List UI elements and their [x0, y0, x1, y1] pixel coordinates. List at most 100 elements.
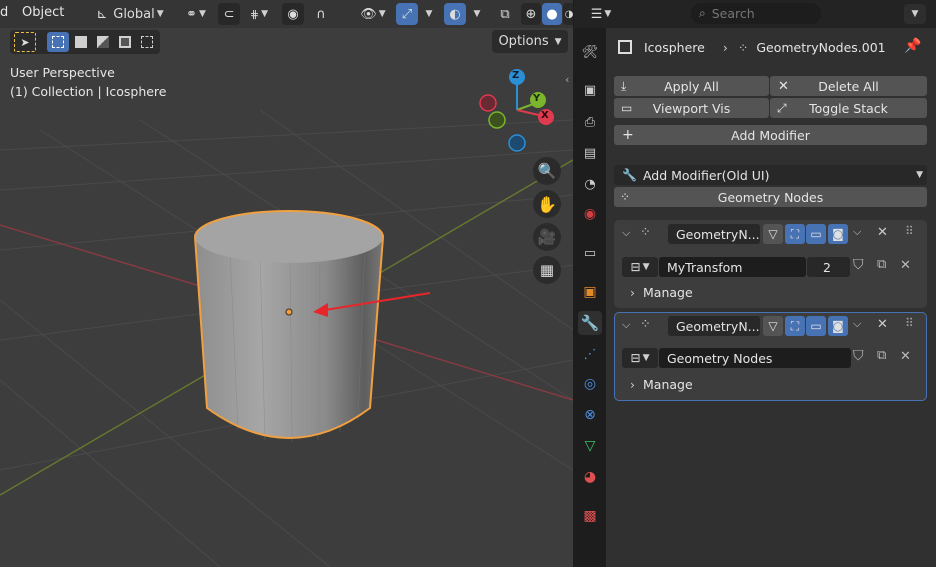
- close-icon: ✕: [778, 78, 789, 94]
- render-toggle[interactable]: ◙: [828, 316, 848, 336]
- unlink-icon[interactable]: ✕: [900, 349, 911, 364]
- tab-particles[interactable]: ⋰: [578, 342, 602, 366]
- collapse-toggle[interactable]: ⌵: [622, 318, 630, 332]
- modifier-name: GeometryN...: [676, 318, 760, 334]
- manage-subpanel[interactable]: › Manage: [630, 377, 693, 392]
- tab-texture[interactable]: ▩: [578, 504, 602, 528]
- tab-output[interactable]: ⎙: [578, 110, 602, 134]
- tweak-tool-button[interactable]: ➤: [14, 32, 36, 52]
- chevron-down-icon: ▼: [198, 9, 206, 19]
- visibility-dropdown[interactable]: 👁 ▼: [356, 3, 390, 25]
- fake-user-shield-icon[interactable]: ⛉: [853, 257, 864, 273]
- gizmo-dropdown[interactable]: ▼: [420, 3, 436, 25]
- modifier-name-field[interactable]: GeometryN...: [668, 224, 760, 244]
- select-mode-intersect[interactable]: [136, 32, 158, 52]
- particles-icon: ⋰: [583, 346, 597, 362]
- search-box[interactable]: ⌕: [691, 3, 821, 24]
- modifier-name-field[interactable]: GeometryN...: [668, 316, 760, 336]
- user-count[interactable]: 2: [807, 257, 850, 277]
- realtime-toggle[interactable]: ▭: [806, 316, 826, 336]
- node-group-name-field[interactable]: MyTransfom: [659, 257, 806, 277]
- proportional-edit-toggle[interactable]: ◉: [282, 3, 304, 25]
- pivot-dropdown[interactable]: ⚭ ▼: [180, 3, 212, 25]
- tab-constraints[interactable]: ⊗: [578, 403, 602, 427]
- node-group-name: MyTransfom: [667, 259, 743, 275]
- select-mode-subtract[interactable]: [92, 32, 114, 52]
- select-mode-set[interactable]: [47, 32, 69, 52]
- proportional-icon: ◉: [287, 6, 299, 22]
- close-icon[interactable]: ✕: [877, 225, 888, 240]
- editor-type-dropdown[interactable]: ☰ ▼: [584, 4, 618, 24]
- viewport-vis-button[interactable]: ▭ Viewport Vis: [614, 98, 769, 118]
- options-label: Options: [498, 34, 549, 49]
- duplicate-icon[interactable]: ⧉: [877, 348, 886, 363]
- zoom-button[interactable]: 🔍: [533, 157, 561, 185]
- gizmo-toggle[interactable]: ⤢: [396, 3, 418, 25]
- overlays-toggle[interactable]: ◐: [444, 3, 466, 25]
- options-dropdown[interactable]: Options ▼: [492, 30, 568, 53]
- close-icon[interactable]: ✕: [877, 317, 888, 332]
- select-mode-extend[interactable]: [70, 32, 92, 52]
- pin-button[interactable]: 📌: [904, 38, 921, 54]
- realtime-toggle[interactable]: ▭: [806, 224, 826, 244]
- snap-toggle[interactable]: ⊂: [218, 3, 240, 25]
- material-icon: ◕: [583, 469, 597, 485]
- drag-handle-icon[interactable]: ⠿: [905, 316, 914, 330]
- snap-target-dropdown[interactable]: ⋕ ▼: [242, 3, 276, 25]
- manage-subpanel[interactable]: › Manage: [630, 285, 693, 300]
- geometry-nodes-icon: ⁘: [640, 225, 651, 240]
- sidebar-collapse-arrow[interactable]: ‹: [565, 73, 569, 86]
- tab-tool[interactable]: 🛠: [578, 40, 602, 64]
- apply-all-button[interactable]: ⤓ Apply All: [614, 76, 769, 96]
- menu-object[interactable]: Object: [22, 5, 64, 20]
- select-mode-invert[interactable]: [114, 32, 136, 52]
- tab-collection[interactable]: ▭: [578, 241, 602, 265]
- falloff-dropdown[interactable]: ∩: [306, 3, 336, 25]
- duplicate-icon[interactable]: ⧉: [877, 257, 886, 272]
- tab-object[interactable]: ▣: [578, 280, 602, 304]
- tab-material[interactable]: ◕: [578, 465, 602, 489]
- shading-material[interactable]: ◑: [563, 3, 573, 25]
- tab-view-layer[interactable]: ▤: [578, 141, 602, 165]
- pan-button[interactable]: ✋: [533, 190, 561, 218]
- tab-modifiers[interactable]: 🔧: [578, 311, 602, 335]
- tool-icon: 🛠: [581, 44, 599, 60]
- node-group-browser[interactable]: ⊟ ▼: [622, 348, 658, 368]
- on-cage-toggle[interactable]: ⛶: [785, 224, 805, 244]
- render-toggle[interactable]: ◙: [828, 224, 848, 244]
- tab-render[interactable]: ▣: [578, 78, 602, 102]
- perspective-toggle-button[interactable]: ▦: [533, 256, 561, 284]
- add-modifier-old-dropdown[interactable]: 🔧 Add Modifier(Old UI) ▼: [614, 165, 927, 185]
- chevron-down-icon[interactable]: ⌵: [853, 317, 861, 331]
- xray-toggle[interactable]: ⧉: [494, 3, 516, 25]
- collapse-toggle[interactable]: ⌵: [622, 226, 630, 240]
- delete-all-button[interactable]: ✕ Delete All: [770, 76, 927, 96]
- fake-user-shield-icon[interactable]: ⛉: [853, 348, 864, 364]
- drag-handle-icon[interactable]: ⠿: [905, 224, 914, 238]
- shading-wireframe[interactable]: ⊕: [521, 3, 541, 25]
- 3d-viewport[interactable]: Z Y X d Object ⊾ Global ▼ ⚭ ▼ ⊂ ⋕ ▼ ◉ ∩ 👁 ▼…: [0, 0, 573, 567]
- tab-scene[interactable]: ◔: [578, 172, 602, 196]
- unlink-icon[interactable]: ✕: [900, 258, 911, 273]
- node-group-browser[interactable]: ⊟ ▼: [622, 257, 658, 277]
- tab-world[interactable]: ◉: [578, 202, 602, 226]
- tab-data[interactable]: ▽: [578, 434, 602, 458]
- geometry-nodes-button[interactable]: ⁘ Geometry Nodes: [614, 187, 927, 207]
- toggle-stack-button[interactable]: ⤢ Toggle Stack: [770, 98, 927, 118]
- camera-view-button[interactable]: 🎥: [533, 223, 561, 251]
- chevron-down-icon: ▼: [425, 9, 433, 19]
- tab-physics[interactable]: ◎: [578, 372, 602, 396]
- edit-mode-toggle[interactable]: ▽: [763, 224, 783, 244]
- overlays-dropdown[interactable]: ▼: [468, 3, 484, 25]
- properties-options-dropdown[interactable]: ▼: [904, 4, 926, 24]
- search-input[interactable]: [711, 6, 808, 21]
- shading-solid[interactable]: ●: [542, 3, 562, 25]
- menu-clipped-item[interactable]: d: [0, 5, 8, 20]
- add-modifier-button[interactable]: + Add Modifier: [614, 125, 927, 145]
- transform-orientation-dropdown[interactable]: ⊾ Global ▼: [88, 3, 172, 25]
- gizmo-z-label: Z: [512, 70, 520, 81]
- chevron-down-icon[interactable]: ⌵: [853, 225, 861, 239]
- node-group-name-field[interactable]: Geometry Nodes: [659, 348, 851, 368]
- on-cage-toggle[interactable]: ⛶: [785, 316, 805, 336]
- edit-mode-toggle[interactable]: ▽: [763, 316, 783, 336]
